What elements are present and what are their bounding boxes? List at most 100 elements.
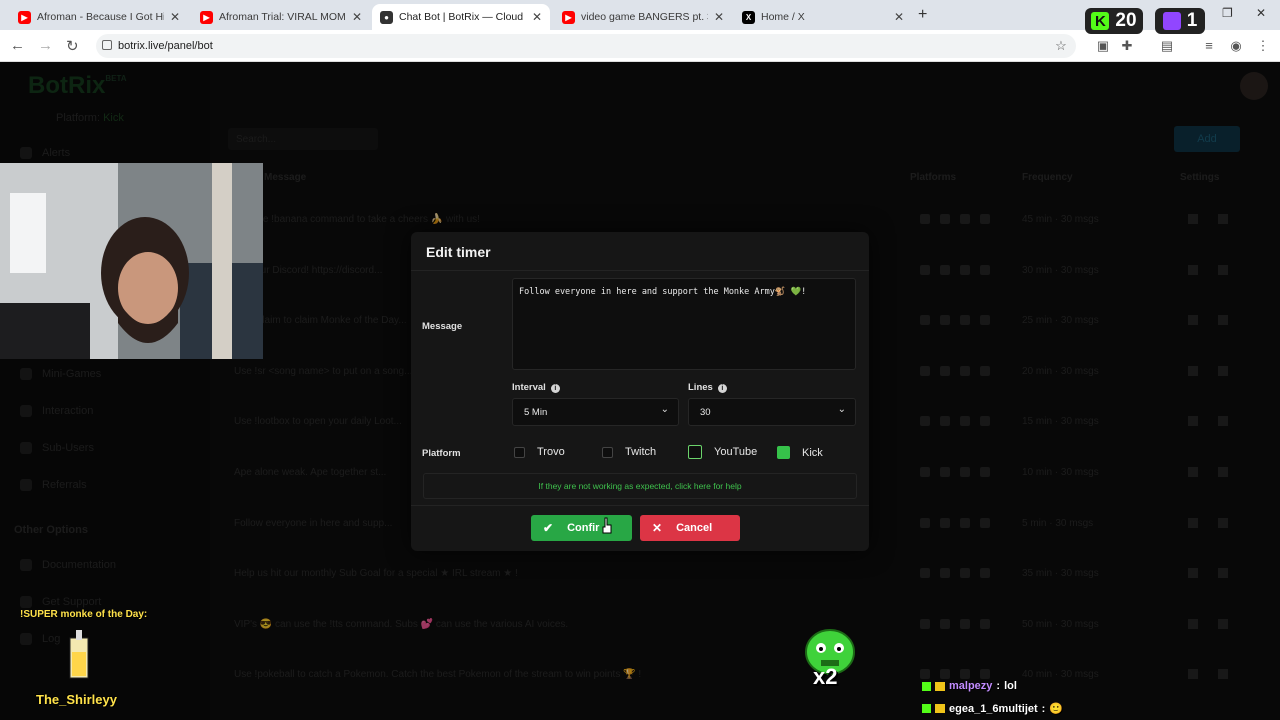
checkbox-twitch[interactable]: Twitch	[602, 446, 656, 458]
checkbox-label: Twitch	[625, 446, 657, 458]
close-tab-icon[interactable]: ✕	[170, 10, 180, 24]
browser-tab[interactable]: ▶ Afroman Trial: VIRAL MOMENT ✕	[192, 4, 370, 30]
lines-select[interactable]: 30 ⌄	[688, 398, 856, 426]
check-icon: ✔	[543, 521, 554, 535]
reload-icon[interactable]: ↻	[66, 37, 79, 55]
webcam-image	[0, 163, 263, 359]
super-monke-name: The_Shirleyy	[36, 692, 117, 707]
chat-text: 🙂	[1049, 703, 1064, 715]
kick-badge-icon	[922, 704, 931, 713]
profile-icon[interactable]: ◉	[1229, 39, 1243, 53]
chat-username: egea_1_6multijet	[949, 702, 1038, 715]
browser-tab[interactable]: ▶ video game BANGERS pt. 3 ✕	[554, 4, 732, 30]
checkbox-label: Kick	[802, 446, 823, 459]
screen: ▶ Afroman - Because I Got High ✕ ▶ Afrom…	[0, 0, 1280, 720]
checkbox-checked[interactable]	[777, 446, 790, 459]
youtube-icon: ▶	[18, 10, 31, 24]
tab-title: Afroman Trial: VIRAL MOMENT	[219, 11, 346, 23]
interval-value: 5 Min	[524, 407, 548, 418]
close-tab-icon[interactable]: ✕	[894, 10, 904, 24]
monke-emote: x2	[803, 628, 857, 699]
tab-title: Home / X	[761, 11, 805, 23]
interval-label: Interval i	[512, 382, 560, 393]
twitch-viewer-badge: 1	[1155, 8, 1205, 34]
message-textarea[interactable]: Follow everyone in here and support the …	[512, 278, 856, 370]
tab-search-icon[interactable]: ▤	[1160, 39, 1174, 53]
browser-tab[interactable]: ▶ Afroman - Because I Got High ✕	[10, 4, 188, 30]
puzzle-extensions-icon[interactable]: ✚	[1120, 39, 1134, 53]
crown-badge-icon	[935, 704, 945, 713]
kick-icon: K	[1091, 12, 1110, 30]
confirm-label: Confir	[567, 522, 600, 534]
divider	[411, 270, 869, 271]
chat-text: lol	[1004, 680, 1017, 692]
hand-cursor-icon	[602, 517, 612, 534]
checkbox-youtube[interactable]: YouTube	[688, 445, 757, 459]
checkbox-kick[interactable]: Kick	[777, 446, 823, 459]
chevron-down-icon: ⌄	[660, 404, 669, 415]
youtube-icon: ▶	[200, 10, 213, 24]
confirm-button[interactable]: ✔ Confir	[531, 515, 632, 541]
emote-multiplier: x2	[813, 664, 838, 689]
forward-icon[interactable]: →	[38, 37, 53, 54]
info-icon[interactable]: i	[550, 384, 560, 393]
restore-window-icon[interactable]: ❐	[1222, 6, 1233, 20]
checkbox[interactable]	[514, 446, 525, 458]
help-link[interactable]: If they are not working as expected, cli…	[423, 473, 857, 499]
close-icon: ✕	[652, 521, 663, 535]
info-icon[interactable]: i	[717, 384, 727, 393]
browser-tab[interactable]: X Home / X ✕	[734, 4, 912, 30]
interval-label-text: Interval	[512, 382, 546, 393]
checkbox-trovo[interactable]: Trovo	[514, 446, 565, 458]
close-window-icon[interactable]: ✕	[1256, 6, 1266, 20]
media-control-icon[interactable]: ≡	[1202, 39, 1216, 53]
message-label: Message	[422, 321, 463, 332]
kick-badge-icon	[922, 681, 931, 691]
webcam-feed	[0, 163, 263, 359]
drink-emote-icon	[69, 630, 89, 679]
url-field[interactable]: botrix.live/panel/bot	[96, 34, 1076, 58]
chat-separator: :	[996, 680, 1001, 692]
cancel-label: Cancel	[676, 522, 713, 534]
botrix-icon: ●	[380, 10, 393, 24]
lines-label: Lines i	[688, 382, 727, 393]
back-icon[interactable]: ←	[10, 37, 25, 54]
x-icon: X	[742, 10, 755, 24]
chat-message: malpezy : lol	[922, 680, 1017, 692]
super-monke-title: !SUPER monke of the Day:	[20, 609, 148, 620]
browser-tab-active[interactable]: ● Chat Bot | BotRix — Cloud Stre ✕	[372, 4, 550, 30]
kick-viewer-count: 20	[1115, 10, 1137, 31]
chat-separator: :	[1041, 702, 1046, 715]
youtube-icon: ▶	[562, 10, 575, 24]
checkbox-label: Trovo	[537, 446, 565, 458]
tab-title: Chat Bot | BotRix — Cloud Stre	[399, 11, 526, 23]
checkbox-label: YouTube	[714, 446, 758, 458]
browser-address-bar: ← → ↻ botrix.live/panel/bot ☆ ▣ ✚ ▤ ≡ ◉ …	[0, 30, 1280, 62]
checkbox[interactable]	[602, 446, 613, 458]
platform-label: Platform	[422, 448, 461, 459]
twitch-viewer-count: 1	[1186, 10, 1198, 31]
chat-username: malpezy	[949, 680, 993, 692]
close-tab-icon[interactable]: ✕	[532, 10, 542, 24]
modal-title: Edit timer	[426, 244, 491, 260]
divider	[411, 505, 869, 506]
checkbox[interactable]	[688, 445, 702, 459]
lines-label-text: Lines	[688, 382, 713, 393]
extension-icon[interactable]: ▣	[1096, 39, 1110, 53]
edit-timer-modal: Edit timer Message Follow everyone in he…	[411, 232, 869, 551]
chat-message: egea_1_6multijet : 🙂	[922, 702, 1063, 715]
message-text: Follow everyone in here and support the …	[519, 287, 807, 297]
close-tab-icon[interactable]: ✕	[714, 10, 724, 24]
new-tab-icon[interactable]: +	[918, 6, 927, 24]
lines-value: 30	[700, 407, 711, 418]
chevron-down-icon: ⌄	[837, 404, 846, 415]
menu-kebab-icon[interactable]: ⋮	[1256, 39, 1270, 53]
cancel-button[interactable]: ✕ Cancel	[640, 515, 740, 541]
bookmark-star-icon[interactable]: ☆	[1054, 39, 1068, 53]
twitch-icon	[1162, 12, 1181, 30]
url-text: botrix.live/panel/bot	[118, 40, 213, 52]
interval-select[interactable]: 5 Min ⌄	[512, 398, 679, 426]
close-tab-icon[interactable]: ✕	[352, 10, 362, 24]
kick-viewer-badge: K 20	[1085, 8, 1143, 34]
site-info-icon[interactable]	[102, 40, 112, 50]
